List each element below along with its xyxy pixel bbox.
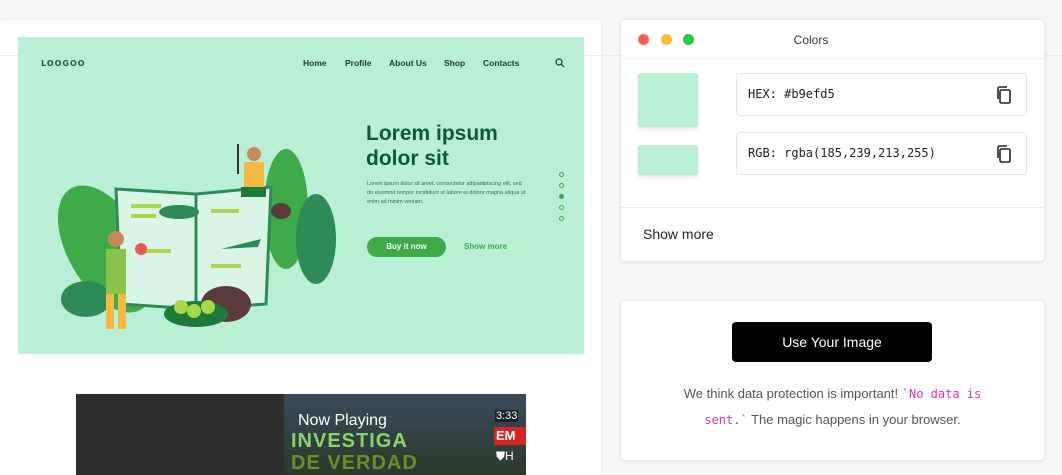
copy-icon[interactable] <box>994 144 1014 164</box>
now-playing-label: Now Playing <box>298 412 387 429</box>
hex-value-box: HEX: #b9efd5 <box>736 73 1027 116</box>
hero-show-more-link: Show more <box>464 242 508 251</box>
nav-about-us: About Us <box>389 58 427 68</box>
buy-it-now-button: Buy it now <box>367 237 446 257</box>
slider-dot-active <box>559 194 564 199</box>
hero-title: Lorem ipsum dolor sit <box>366 121 566 171</box>
channel-icon: ⛊H <box>496 449 514 463</box>
copy-icon[interactable] <box>994 85 1014 105</box>
nav-contacts: Contacts <box>483 58 520 68</box>
nav-home: Home <box>303 58 327 68</box>
channel-letter: H <box>505 449 514 463</box>
hero-preview-image: LOOGOO Home Profile About Us Shop Contac… <box>18 37 584 354</box>
video-player[interactable]: Now Playing INVESTIGA DE VERDAD 3:33 EM … <box>76 394 526 475</box>
slider-dot <box>559 172 564 177</box>
hex-value[interactable]: HEX: #b9efd5 <box>748 87 835 101</box>
slider-dot <box>559 205 564 210</box>
nav-shop: Shop <box>444 58 466 68</box>
nav-profile: Profile <box>345 58 372 68</box>
hero-title-line-1: Lorem ipsum <box>366 122 498 145</box>
slider-dot <box>559 216 564 221</box>
use-image-panel: Use Your Image We think data protection … <box>621 301 1044 460</box>
search-icon <box>555 58 565 68</box>
video-badge: EM <box>494 427 526 445</box>
use-your-image-button[interactable]: Use Your Image <box>732 322 932 362</box>
hero-body-text: Lorem ipsum dolor sit amet, consectetur … <box>367 181 526 205</box>
color-swatch-large <box>638 73 698 127</box>
rgb-value[interactable]: RGB: rgba(185,239,213,255) <box>748 146 936 160</box>
grocery-book-illustration <box>57 144 336 329</box>
privacy-text-start: We think data protection is important! <box>683 386 902 401</box>
slider-dots <box>559 172 565 227</box>
slider-dot <box>559 183 564 188</box>
panel-header-divider <box>621 58 1044 59</box>
show-more-button[interactable]: Show more <box>643 226 714 242</box>
privacy-note: We think data protection is important! `… <box>661 381 1004 433</box>
show-more-divider <box>621 207 1044 208</box>
hero-title-line-2: dolor sit <box>366 147 449 170</box>
color-swatch-small <box>638 145 698 175</box>
colors-panel: Colors HEX: #b9efd5 RGB: rgba(185,239,21… <box>621 20 1044 261</box>
colors-panel-title: Colors <box>793 33 829 47</box>
privacy-text-end: The magic happens in your browser. <box>747 412 961 427</box>
hero-logo: LOOGOO <box>41 59 86 68</box>
rgb-value-box: RGB: rgba(185,239,213,255) <box>736 132 1027 175</box>
video-duration: 3:33 <box>495 410 519 422</box>
video-title-line-2: DE VERDAD <box>291 452 418 474</box>
video-title-line-1: INVESTIGA <box>291 430 408 452</box>
